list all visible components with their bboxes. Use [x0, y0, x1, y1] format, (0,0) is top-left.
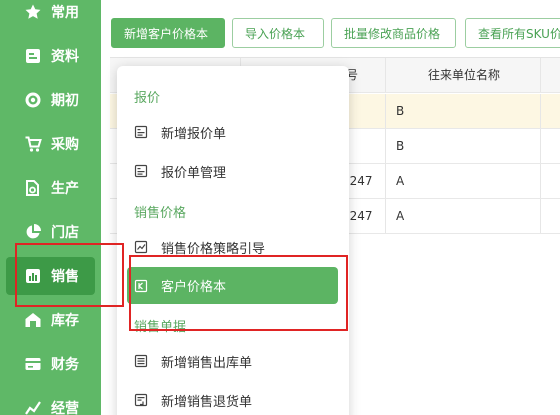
column-divider	[540, 129, 541, 163]
toolbar: 新增客户价格本 导入价格本 批量修改商品价格 查看所有SKU价格	[101, 0, 560, 60]
sidebar-item-label: 常用	[51, 5, 79, 21]
menu-item-price-strategy[interactable]: 销售价格策略引导	[134, 231, 337, 263]
menu-item-customer-price-book[interactable]: 客户价格本	[127, 267, 338, 304]
menu-item-new-sales-out[interactable]: 新增销售出库单	[134, 345, 337, 377]
menu-item-quote-manage[interactable]: 报价单管理	[134, 155, 337, 187]
column-divider	[385, 164, 386, 198]
batch-edit-price-button[interactable]: 批量修改商品价格	[331, 18, 456, 48]
production-icon	[24, 179, 42, 197]
trend-icon	[134, 240, 148, 254]
sidebar-item-finance[interactable]: 财务	[6, 345, 95, 383]
cell-partner: A	[396, 209, 405, 223]
menu-item-label: 客户价格本	[161, 280, 227, 295]
sidebar-item-label: 库存	[51, 313, 79, 329]
cell-partner: A	[396, 174, 405, 188]
menu-item-label: 新增报价单	[161, 126, 227, 142]
sidebar-item-label: 采购	[51, 137, 79, 153]
outbound-doc-icon	[134, 354, 148, 368]
cell-partner: B	[396, 139, 405, 153]
finance-icon	[24, 355, 42, 373]
sidebar-item-store[interactable]: 门店	[6, 213, 95, 251]
return-doc-icon	[134, 393, 148, 407]
quote-doc-icon	[134, 125, 148, 139]
sales-menu: 报价 新增报价单 报价单管理 销售价格 销售价格策略引导 客户价格本 销售单据 …	[117, 66, 349, 415]
cart-icon	[24, 135, 42, 153]
column-divider	[540, 94, 541, 128]
price-book-icon	[134, 279, 148, 293]
column-divider	[385, 58, 386, 92]
sidebar-item-production[interactable]: 生产	[6, 169, 95, 207]
view-all-sku-price-button[interactable]: 查看所有SKU价格	[465, 18, 560, 48]
sidebar-item-label: 生产	[51, 181, 79, 197]
sidebar-item-label: 销售	[51, 269, 79, 285]
sidebar-item-label: 期初	[51, 93, 79, 109]
import-price-book-button[interactable]: 导入价格本	[232, 18, 324, 48]
sidebar-item-purchase[interactable]: 采购	[6, 125, 95, 163]
pie-icon	[24, 223, 42, 241]
header-partner-name: 往来单位名称	[428, 68, 501, 82]
sidebar-item-label: 资料	[51, 49, 79, 65]
price-book-table: 号 往来单位名称 B B 1247 A 1247 A	[110, 57, 560, 234]
sidebar-item-opening[interactable]: 期初	[6, 81, 95, 119]
menu-item-label: 新增销售退货单	[161, 394, 253, 410]
sidebar-item-label: 财务	[51, 357, 79, 373]
menu-item-new-sales-return[interactable]: 新增销售退货单	[134, 384, 337, 415]
menu-item-label: 新增销售出库单	[161, 355, 253, 371]
target-icon	[24, 91, 42, 109]
sidebar-item-common[interactable]: 常用	[6, 0, 95, 31]
sidebar-item-sales[interactable]: 销售	[6, 257, 95, 295]
column-divider	[385, 199, 386, 233]
sidebar: 常用 资料 期初 采购 生产 门店 销售 库存 财务 经营	[0, 0, 101, 415]
flyout-pointer	[101, 266, 110, 284]
column-divider	[540, 58, 541, 92]
bar-chart-icon	[24, 267, 42, 285]
menu-item-new-quote[interactable]: 新增报价单	[134, 116, 337, 148]
sidebar-item-label: 经营	[51, 401, 79, 415]
sidebar-item-data[interactable]: 资料	[6, 37, 95, 75]
column-divider	[385, 129, 386, 163]
column-divider	[540, 164, 541, 198]
section-sales-price: 销售价格	[134, 206, 187, 221]
warehouse-icon	[24, 311, 42, 329]
column-divider	[540, 199, 541, 233]
chart-icon	[24, 399, 42, 415]
sidebar-item-operation[interactable]: 经营	[6, 389, 95, 415]
star-icon	[24, 3, 42, 21]
sidebar-item-inventory[interactable]: 库存	[6, 301, 95, 339]
section-sales-docs: 销售单据	[134, 320, 187, 335]
document-icon	[24, 47, 42, 65]
menu-item-label: 销售价格策略引导	[161, 241, 266, 257]
column-divider	[385, 94, 386, 128]
cell-partner: B	[396, 104, 405, 118]
sidebar-item-label: 门店	[51, 225, 79, 241]
quote-list-icon	[134, 164, 148, 178]
section-quote: 报价	[134, 91, 161, 106]
menu-item-label: 报价单管理	[161, 165, 227, 181]
add-price-book-button[interactable]: 新增客户价格本	[111, 18, 225, 48]
